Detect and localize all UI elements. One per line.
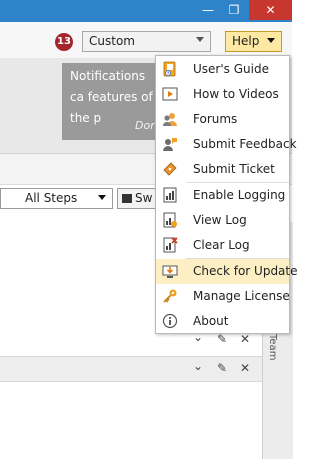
help-button[interactable]: Help <box>225 31 282 52</box>
video-icon <box>162 87 178 101</box>
notification-count-badge[interactable]: 13 <box>55 33 73 51</box>
edit-icon[interactable]: ✎ <box>217 332 227 346</box>
license-key-icon <box>163 289 177 303</box>
close-icon[interactable]: ✕ <box>240 332 250 346</box>
menu-item-label: Enable Logging <box>193 188 286 202</box>
forums-icon <box>163 113 177 126</box>
menu-item-label: How to Videos <box>193 87 279 101</box>
menu-item-manage-license[interactable]: Manage License <box>156 284 290 309</box>
menu-item-enable-logging[interactable]: Enable Logging <box>156 183 289 208</box>
switch-icon <box>122 194 132 203</box>
menu-item-label: Submit Feedback <box>193 137 297 151</box>
menu-item-label: View Log <box>193 213 247 227</box>
menu-item-label: Manage License <box>193 289 290 303</box>
section-row: ⌄ ✎ ✕ <box>0 356 262 382</box>
ticket-icon <box>163 162 177 176</box>
menu-item-clear-log[interactable]: Clear Log <box>156 233 289 258</box>
minimize-button[interactable]: — <box>195 0 221 20</box>
help-menu: User's Guide How to Videos Forums Submit… <box>155 55 298 334</box>
steps-filter-select[interactable]: All Steps <box>0 188 113 209</box>
menu-item-label: About <box>193 314 229 328</box>
update-icon <box>162 265 178 278</box>
steps-filter-value: All Steps <box>25 191 78 205</box>
enable-logging-icon <box>163 187 177 203</box>
side-panel-label: Team <box>267 334 278 361</box>
collapse-icon[interactable]: ⌄ <box>193 359 203 373</box>
switch-button[interactable]: Sw <box>117 188 157 209</box>
close-icon[interactable]: ✕ <box>240 361 250 375</box>
menu-item-view-log[interactable]: View Log <box>156 208 289 233</box>
menu-item-about[interactable]: About <box>156 309 289 334</box>
edit-icon[interactable]: ✎ <box>217 361 227 375</box>
menu-item-submit-feedback[interactable]: Submit Feedback <box>156 132 297 157</box>
close-window-button[interactable]: ✕ <box>249 0 292 20</box>
menu-item-label: Check for Update <box>193 264 298 278</box>
menu-item-check-for-update[interactable]: Check for Update <box>156 259 298 284</box>
menu-item-label: User's Guide <box>193 62 269 76</box>
menu-item-label: Clear Log <box>193 238 250 252</box>
chevron-down-icon <box>267 38 275 43</box>
clear-log-icon <box>163 237 178 253</box>
menu-item-submit-ticket[interactable]: Submit Ticket <box>156 157 289 182</box>
menu-item-users-guide[interactable]: User's Guide <box>156 57 289 82</box>
feedback-icon <box>163 138 177 151</box>
about-icon <box>162 313 178 329</box>
chevron-down-icon <box>98 195 106 200</box>
switch-button-label: Sw <box>135 191 153 205</box>
notification-dismiss-link[interactable]: Don <box>135 119 157 132</box>
maximize-button[interactable]: ❐ <box>221 0 247 20</box>
profile-select-value: Custom <box>89 34 135 48</box>
profile-select[interactable]: Custom <box>82 31 211 52</box>
view-log-icon <box>163 212 177 228</box>
menu-item-how-to-videos[interactable]: How to Videos <box>156 82 289 107</box>
menu-item-label: Forums <box>193 112 238 126</box>
help-button-label: Help <box>232 34 260 48</box>
menu-item-label: Submit Ticket <box>193 162 275 176</box>
users-guide-icon <box>163 61 176 77</box>
menu-item-forums[interactable]: Forums <box>156 107 289 132</box>
chevron-down-icon <box>196 37 204 42</box>
